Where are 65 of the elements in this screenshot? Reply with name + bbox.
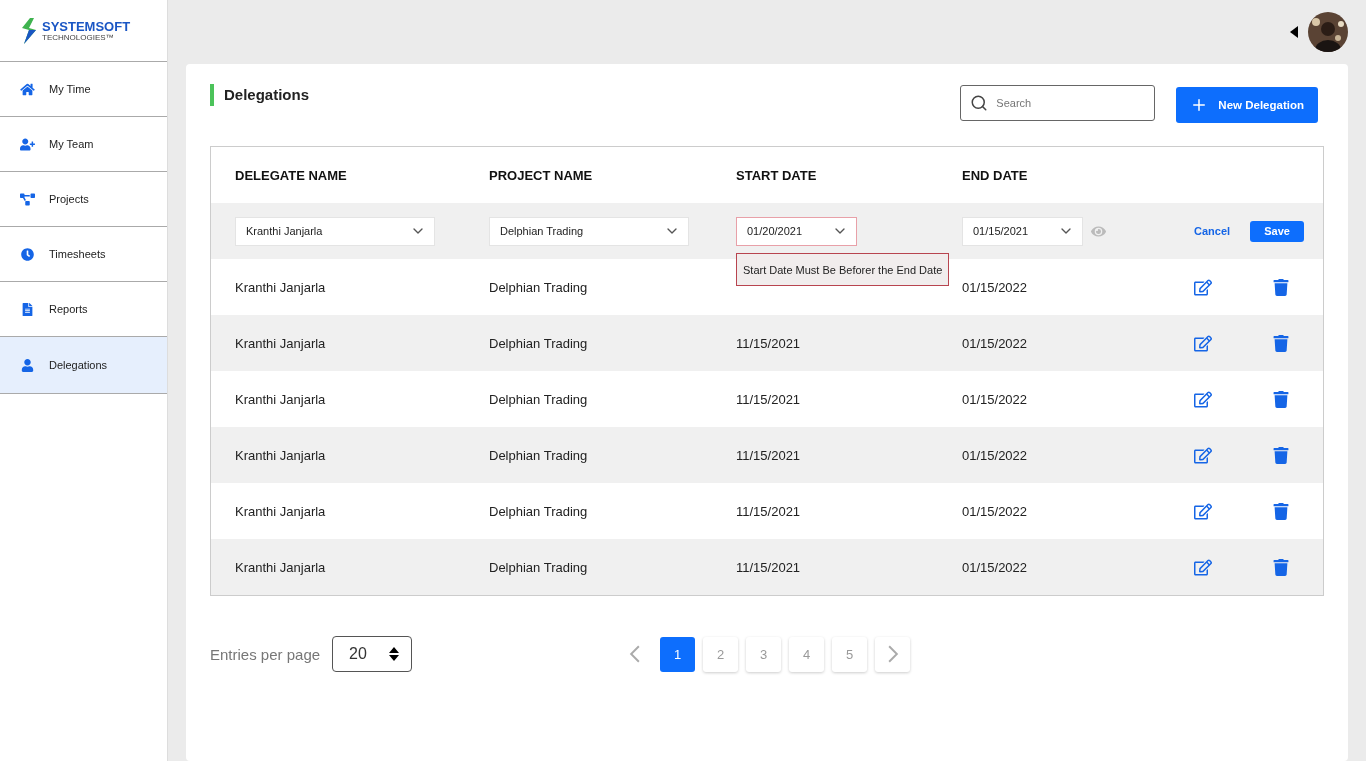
table-cell-text: 01/15/2022 — [962, 279, 1029, 295]
table-cell-text: 01/15/2022 — [962, 335, 1029, 351]
table-cell-text: Delphian Trading — [489, 279, 589, 295]
delete-button[interactable] — [1272, 278, 1290, 296]
logo-subtitle: TECHNOLOGIES™ — [42, 32, 115, 42]
clock-icon — [20, 247, 35, 261]
edit-button[interactable] — [1194, 390, 1212, 408]
diagram-icon — [20, 192, 35, 206]
entries-label: Entries per page — [210, 645, 321, 663]
delete-button[interactable] — [1272, 558, 1290, 576]
edit-button[interactable] — [1194, 446, 1212, 464]
table-cell-text: 01/15/2022 — [962, 391, 1029, 407]
column-header: DELEGATE NAME — [235, 167, 348, 183]
delegate-select[interactable]: Kranthi Janjarla — [235, 216, 435, 246]
table-cell-text: Delphian Trading — [489, 391, 589, 407]
end-date-select[interactable]: 01/15/2021 — [962, 216, 1083, 246]
new-delegation-button[interactable]: New Delegation — [1176, 87, 1318, 123]
start-date-select[interactable]: 01/20/2021 — [736, 216, 857, 246]
table-cell-text: Kranthi Janjarla — [235, 503, 327, 519]
table-cell-text: 11/15/2021 — [736, 335, 802, 351]
table-cell-text: 11/15/2021 — [736, 447, 802, 463]
edit-button[interactable] — [1194, 558, 1212, 576]
document-icon — [20, 302, 35, 316]
error-tooltip: Start Date Must Be Beforer the End Date — [736, 253, 950, 286]
sidebar-item[interactable]: Delegations — [0, 337, 167, 394]
add-user-icon — [20, 137, 35, 151]
table-cell-text: Kranthi Janjarla — [235, 335, 327, 351]
table-cell-text: Kranthi Janjarla — [235, 447, 327, 463]
column-header: PROJECT NAME — [489, 167, 594, 183]
table-cell-text: Delphian Trading — [489, 335, 589, 351]
table-cell-text: 11/15/2021 — [736, 559, 802, 575]
edit-button[interactable] — [1194, 502, 1212, 520]
column-header: END DATE — [962, 167, 1029, 183]
sort-icon — [389, 647, 400, 661]
home-icon — [20, 82, 35, 96]
table-cell-text: Delphian Trading — [489, 447, 589, 463]
entries-select[interactable]: 20 — [332, 636, 413, 672]
page-button[interactable]: 1 — [660, 636, 696, 672]
table-cell-text: 11/15/2021 — [736, 503, 802, 519]
table-cell-text: 11/15/2021 — [736, 391, 802, 407]
cancel-button[interactable]: Cancel — [1194, 225, 1231, 237]
edit-button[interactable] — [1194, 278, 1212, 296]
logo-text: SYSTEMSOFT — [42, 19, 131, 33]
delete-button[interactable] — [1272, 334, 1290, 352]
column-header: START DATE — [736, 167, 818, 183]
table-cell-text: Delphian Trading — [489, 559, 589, 575]
search-icon — [970, 94, 989, 112]
table-cell-text: Delphian Trading — [489, 503, 589, 519]
edit-button[interactable] — [1194, 334, 1212, 352]
project-select[interactable]: Delphian Trading — [489, 216, 689, 246]
table-cell-text: Kranthi Janjarla — [235, 559, 327, 575]
table-cell-text: 01/15/2022 — [962, 559, 1029, 575]
table-cell-text: Kranthi Janjarla — [235, 279, 327, 295]
delete-button[interactable] — [1272, 390, 1290, 408]
table-cell-text: 01/15/2022 — [962, 503, 1029, 519]
user-icon — [20, 358, 35, 372]
delete-button[interactable] — [1272, 446, 1290, 464]
page-title: Delegations — [210, 84, 310, 106]
caret-icon[interactable] — [1290, 26, 1298, 38]
save-button[interactable]: Save — [1250, 220, 1305, 242]
table-cell-text: 01/15/2022 — [962, 447, 1029, 463]
logo-icon — [20, 17, 38, 44]
search-field[interactable]: Search — [960, 85, 1156, 121]
table-cell-text: Kranthi Janjarla — [235, 391, 327, 407]
delete-button[interactable] — [1272, 502, 1290, 520]
